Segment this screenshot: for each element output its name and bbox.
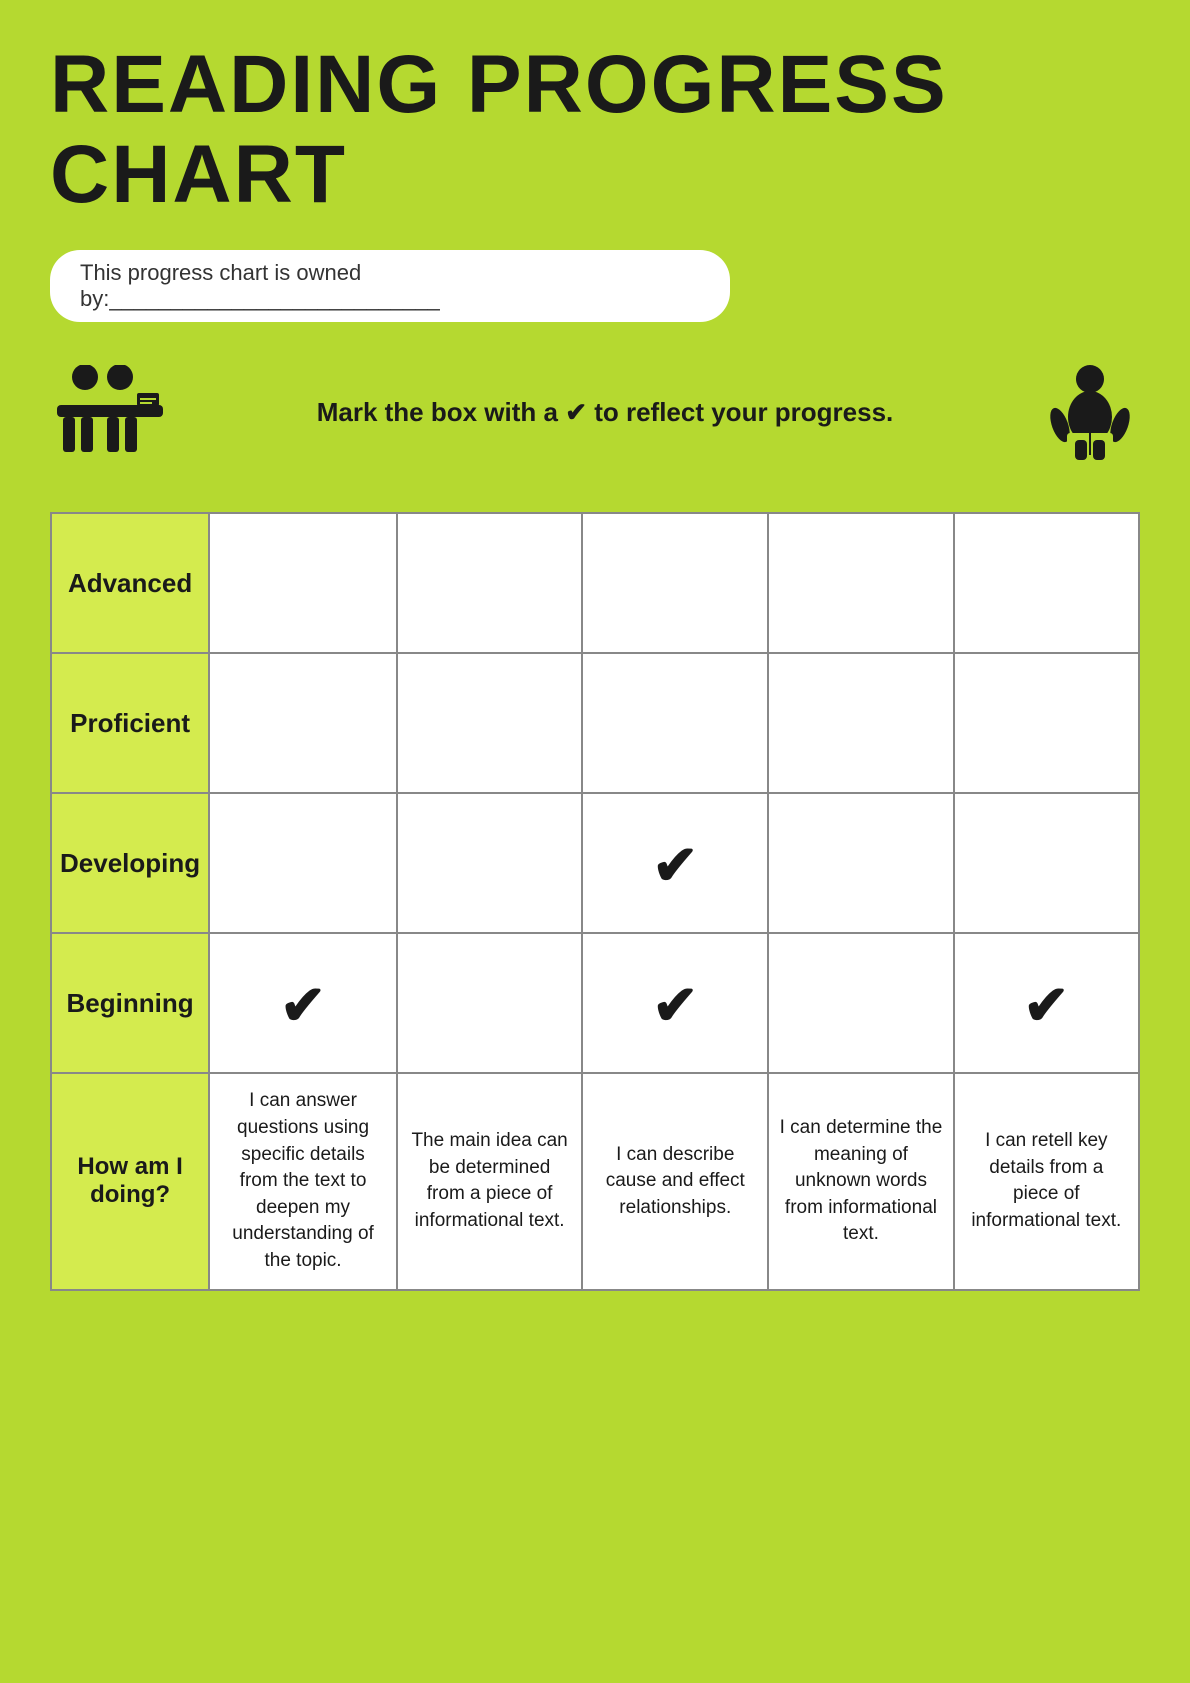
check-proficient-2[interactable] — [397, 653, 582, 793]
check-beginning-5[interactable]: ✔ — [954, 933, 1139, 1073]
ownership-bar: This progress chart is owned by:________… — [50, 250, 730, 322]
check-beginning-1[interactable]: ✔ — [209, 933, 397, 1073]
label-how-am-i: How am I doing? — [51, 1073, 209, 1289]
check-beginning-3[interactable]: ✔ — [582, 933, 768, 1073]
progress-table: Advanced Proficient Developing ✔ Beginni… — [50, 512, 1140, 1290]
check-developing-5[interactable] — [954, 793, 1139, 933]
check-proficient-4[interactable] — [768, 653, 953, 793]
check-proficient-5[interactable] — [954, 653, 1139, 793]
description-5: I can retell key details from a piece of… — [954, 1073, 1139, 1289]
instruction-text: Mark the box with a ✔ to reflect your pr… — [170, 397, 1040, 428]
check-beginning-2[interactable] — [397, 933, 582, 1073]
page-title: READING PROGRESS CHART — [50, 40, 1140, 220]
check-developing-2[interactable] — [397, 793, 582, 933]
teacher-icon — [50, 362, 170, 462]
description-3: I can describe cause and effect relation… — [582, 1073, 768, 1289]
check-developing-4[interactable] — [768, 793, 953, 933]
reader-icon — [1040, 362, 1140, 462]
description-2: The main idea can be determined from a p… — [397, 1073, 582, 1289]
check-developing-3[interactable]: ✔ — [582, 793, 768, 933]
check-advanced-3[interactable] — [582, 513, 768, 653]
check-proficient-1[interactable] — [209, 653, 397, 793]
checkmark-icon: ✔ — [1023, 974, 1069, 1036]
check-advanced-2[interactable] — [397, 513, 582, 653]
label-proficient: Proficient — [51, 653, 209, 793]
row-proficient: Proficient — [51, 653, 1139, 793]
check-proficient-3[interactable] — [582, 653, 768, 793]
label-developing: Developing — [51, 793, 209, 933]
checkmark-icon: ✔ — [652, 834, 698, 896]
label-advanced: Advanced — [51, 513, 209, 653]
check-advanced-1[interactable] — [209, 513, 397, 653]
check-advanced-5[interactable] — [954, 513, 1139, 653]
row-beginning: Beginning ✔ ✔ ✔ — [51, 933, 1139, 1073]
description-4: I can determine the meaning of unknown w… — [768, 1073, 953, 1289]
row-advanced: Advanced — [51, 513, 1139, 653]
checkmark-icon: ✔ — [280, 974, 326, 1036]
check-developing-1[interactable] — [209, 793, 397, 933]
checkmark-icon: ✔ — [652, 974, 698, 1036]
check-beginning-4[interactable] — [768, 933, 953, 1073]
description-1: I can answer questions using specific de… — [209, 1073, 397, 1289]
row-developing: Developing ✔ — [51, 793, 1139, 933]
check-advanced-4[interactable] — [768, 513, 953, 653]
label-beginning: Beginning — [51, 933, 209, 1073]
row-howami: How am I doing? I can answer questions u… — [51, 1073, 1139, 1289]
